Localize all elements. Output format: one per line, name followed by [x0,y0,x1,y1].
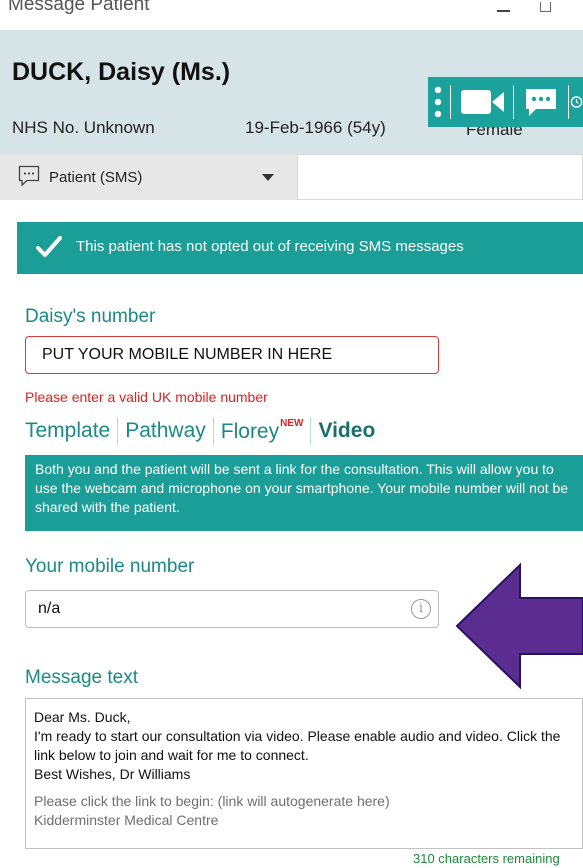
more-vertical-icon[interactable] [428,77,448,127]
recipient-detail-field[interactable] [297,154,583,200]
message-text-area[interactable]: Dear Ms. Duck, I'm ready to start our co… [25,698,583,849]
sms-icon [18,165,40,192]
chevron-down-icon [262,174,274,181]
sms-optin-banner: This patient has not opted out of receiv… [17,222,583,274]
optin-text: This patient has not opted out of receiv… [76,238,464,255]
toolbar-separator [568,85,569,119]
message-line: I'm ready to start our consultation via … [34,728,561,763]
window-title: Message Patient [8,0,150,15]
tab-template[interactable]: Template [25,419,114,443]
maximize-icon[interactable] [540,2,551,12]
tab-pathway[interactable]: Pathway [121,419,210,443]
clock-icon[interactable] [570,77,583,127]
patient-dob: 19-Feb-1966 (54y) [245,118,386,137]
message-text-label: Message text [25,667,138,688]
patient-number-label: Daisy's number [25,306,156,327]
window-titlebar: Message Patient [0,0,583,30]
autogen-line: Please click the link to begin: (link wi… [34,793,390,809]
message-line: Best Wishes, Dr Williams [34,766,191,782]
recipient-bar: Patient (SMS) [0,154,583,200]
autogen-line: Kidderminster Medical Centre [34,812,219,828]
chat-icon[interactable] [516,77,566,127]
tab-florey-label: Florey [220,420,280,443]
minimize-icon[interactable] [497,10,510,12]
message-line: Dear Ms. Duck, [34,709,131,725]
autogenerated-link-text: Please click the link to begin: (link wi… [34,792,574,830]
your-mobile-label: Your mobile number [25,556,195,577]
video-info-banner: Both you and the patient will be sent a … [25,455,583,531]
your-mobile-field[interactable]: i [25,590,439,628]
info-icon[interactable]: i [411,599,431,619]
video-camera-icon[interactable] [453,77,511,127]
toolbar-separator [513,85,514,119]
message-tabs: Template Pathway FloreyNEW Video [25,414,379,448]
tab-video[interactable]: Video [314,419,379,443]
patient-nhs-number: NHS No. Unknown [12,118,155,137]
patient-header: DUCK, Daisy (Ms.) NHS No. Unknown 19-Feb… [0,30,583,154]
tab-separator [212,417,214,445]
recipient-select[interactable]: Patient (SMS) [0,154,297,200]
recipient-label: Patient (SMS) [49,169,143,186]
tab-separator [310,417,312,445]
tab-florey[interactable]: FloreyNEW [217,418,308,444]
pointer-arrow-icon [455,562,583,690]
characters-remaining: 310 characters remaining [413,851,560,866]
toolbar-separator [450,85,451,119]
patient-number-input[interactable] [26,337,438,373]
new-badge: NEW [280,418,304,429]
your-mobile-input[interactable] [26,591,438,627]
patient-number-field[interactable] [25,336,439,374]
patient-number-error: Please enter a valid UK mobile number [25,389,268,405]
action-toolbar [428,77,583,127]
checkmark-icon [36,235,62,264]
tab-separator [117,417,119,445]
patient-name: DUCK, Daisy (Ms.) [12,58,231,86]
